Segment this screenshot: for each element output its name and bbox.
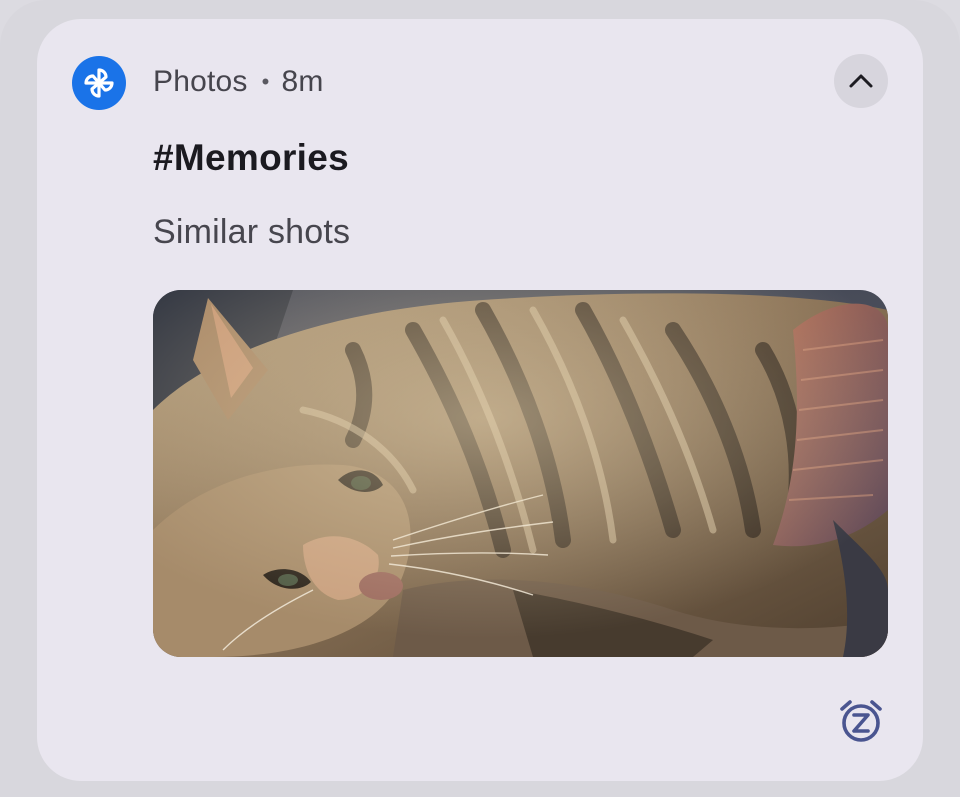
photos-pinwheel-icon bbox=[72, 56, 126, 110]
collapse-button[interactable] bbox=[834, 54, 888, 108]
notification-card[interactable]: Photos • 8m #Memories Similar shots bbox=[37, 19, 923, 781]
notification-time: 8m bbox=[281, 65, 324, 98]
app-name: Photos bbox=[153, 65, 248, 98]
snooze-button[interactable] bbox=[835, 695, 887, 747]
memory-photo[interactable] bbox=[153, 290, 888, 657]
notification-header: Photos • 8m bbox=[153, 61, 324, 103]
snooze-alarm-icon bbox=[840, 700, 882, 742]
chevron-up-icon bbox=[849, 74, 873, 88]
header-separator: • bbox=[261, 69, 270, 94]
cat-photo-image bbox=[153, 290, 888, 657]
notification-title: #Memories bbox=[153, 137, 350, 178]
notification-subtitle: Similar shots bbox=[153, 213, 351, 251]
